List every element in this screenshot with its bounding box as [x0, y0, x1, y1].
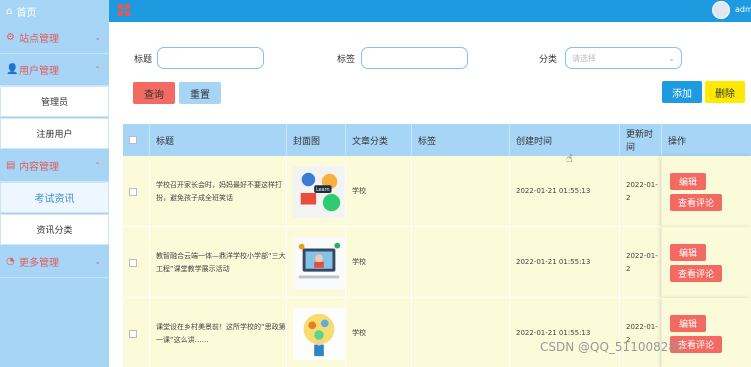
- title-label: 标题: [134, 55, 153, 65]
- cell-created: 2022-01-21 01:55:13: [510, 156, 620, 227]
- search-panel: 标题 标签 分类 请选择 ⌄ 查询 重置 添加 删除: [109, 22, 751, 120]
- cell-cover: Learn: [287, 156, 346, 227]
- sidebar-item-home[interactable]: ⌂ 首页: [0, 0, 109, 22]
- cell-updated: 2022-01-2: [620, 298, 662, 367]
- more-icon: ◔: [6, 256, 15, 267]
- sidebar-group-content[interactable]: ▤ 内容管理 ⌃: [0, 150, 109, 182]
- table-row: 教智融合云端一体—鼎洋学校小学部“三大工程”课堂教学展示活动 学校 2022-0…: [123, 227, 751, 298]
- row-checkbox[interactable]: [129, 187, 137, 196]
- chevron-down-icon: ⌄: [668, 53, 675, 63]
- cell-tag: [412, 227, 510, 298]
- header-created[interactable]: 创建时间: [510, 124, 620, 156]
- chevron-down-icon: ⌄: [94, 257, 101, 266]
- add-button[interactable]: 添加: [662, 81, 702, 103]
- learn-illustration-icon: Learn: [293, 165, 345, 218]
- top-bar: [109, 0, 751, 22]
- data-table: 标题 封面图 文章分类 标签 创建时间 更新时间 操作 学校召开家长会时，妈妈最…: [123, 124, 751, 367]
- cell-title: 课堂设在乡村美景前！这所学校的“思政第一课”这么讲……: [150, 298, 287, 367]
- cell-created: 2022-01-21 01:55:13: [510, 298, 620, 367]
- cell-updated: 2022-01-2: [620, 227, 662, 298]
- chevron-up-icon: ⌃: [94, 161, 101, 170]
- sidebar: ⌂ 首页 ⚙ 站点管理 ⌄ 👤 用户管理 ⌃ 管理员 注册用户 ▤ 内容管理 ⌃…: [0, 0, 109, 367]
- cell-tag: [412, 298, 510, 367]
- chevron-down-icon: ⌄: [94, 33, 101, 42]
- category-placeholder: 请选择: [572, 53, 596, 63]
- row-select-cell: [123, 298, 150, 367]
- delete-button[interactable]: 删除: [705, 81, 745, 103]
- online-class-illustration-icon: [293, 236, 345, 289]
- edit-button[interactable]: 编辑: [670, 314, 706, 332]
- cell-category: 学校: [346, 156, 412, 227]
- sidebar-item-news-category[interactable]: 资讯分类: [0, 214, 109, 245]
- sidebar-group-label: 站点管理: [19, 34, 59, 45]
- sidebar-item-admin[interactable]: 管理员: [0, 86, 109, 117]
- mouse-cursor-icon: ☝: [566, 152, 573, 165]
- row-actions: 编辑 查看评论: [662, 298, 751, 367]
- header-title[interactable]: 标题: [150, 124, 287, 156]
- table-header: 标题 封面图 文章分类 标签 创建时间 更新时间 操作: [123, 124, 751, 156]
- view-comments-button[interactable]: 查看评论: [670, 193, 722, 211]
- tag-input[interactable]: [361, 47, 468, 69]
- edit-button[interactable]: 编辑: [670, 243, 706, 261]
- select-all-checkbox[interactable]: [129, 136, 137, 144]
- user-icon: 👤: [6, 64, 19, 75]
- menu-grid-icon[interactable]: [118, 4, 130, 16]
- header-actions: 操作: [668, 136, 687, 147]
- avatar[interactable]: [712, 1, 730, 19]
- header-cover: 封面图: [287, 124, 346, 156]
- row-checkbox[interactable]: [129, 329, 137, 338]
- document-icon: ▤: [6, 160, 16, 171]
- cell-cover: [287, 298, 346, 367]
- sidebar-group-more[interactable]: ◔ 更多管理 ⌄: [0, 246, 109, 278]
- header-tag[interactable]: 标签: [412, 124, 510, 156]
- sidebar-group-label: 用户管理: [19, 66, 59, 77]
- gear-icon: ⚙: [6, 32, 15, 43]
- query-button[interactable]: 查询: [133, 82, 175, 104]
- education-illustration-icon: [293, 307, 345, 360]
- cell-title: 学校召开家长会时，妈妈最好不要这样打扮，避免孩子成全班笑话: [150, 156, 287, 227]
- cell-category: 学校: [346, 298, 412, 367]
- table-row: 课堂设在乡村美景前！这所学校的“思政第一课”这么讲…… 学校 2022-01-2…: [123, 298, 751, 367]
- cell-updated: 2022-01-2: [620, 156, 662, 227]
- sidebar-group-site[interactable]: ⚙ 站点管理 ⌄: [0, 22, 109, 54]
- row-checkbox[interactable]: [129, 258, 137, 267]
- table-row: 学校召开家长会时，妈妈最好不要这样打扮，避免孩子成全班笑话 Learn 学校 2…: [123, 156, 751, 227]
- sidebar-item-label: 首页: [16, 7, 37, 19]
- row-select-cell: [123, 227, 150, 298]
- watermark: CSDN @QQ_511008285: [540, 340, 684, 354]
- cell-created: 2022-01-21 01:55:13: [510, 227, 620, 298]
- sidebar-group-label: 内容管理: [19, 162, 59, 173]
- sidebar-group-label: 更多管理: [19, 258, 59, 269]
- header-category[interactable]: 文章分类: [346, 124, 412, 156]
- header-updated[interactable]: 更新时间: [620, 124, 662, 156]
- svg-text:Learn: Learn: [316, 187, 329, 193]
- cell-cover: [287, 227, 346, 298]
- chevron-up-icon: ⌃: [94, 65, 101, 74]
- sidebar-item-registered-users[interactable]: 注册用户: [0, 118, 109, 149]
- row-actions: 编辑 查看评论: [662, 227, 751, 298]
- home-icon: ⌂: [6, 5, 13, 17]
- username[interactable]: adm: [735, 5, 751, 14]
- row-select-cell: [123, 156, 150, 227]
- cell-category: 学校: [346, 227, 412, 298]
- sidebar-group-users[interactable]: 👤 用户管理 ⌃: [0, 54, 109, 86]
- select-all-cell: [123, 124, 150, 156]
- row-actions: 编辑 查看评论: [662, 156, 751, 227]
- category-select[interactable]: 请选择 ⌄: [565, 47, 682, 69]
- cell-tag: [412, 156, 510, 227]
- reset-button[interactable]: 重置: [179, 82, 221, 104]
- view-comments-button[interactable]: 查看评论: [670, 264, 722, 282]
- title-input[interactable]: [157, 47, 264, 69]
- tag-label: 标签: [337, 55, 356, 65]
- edit-button[interactable]: 编辑: [670, 172, 706, 190]
- category-label: 分类: [539, 55, 558, 65]
- cell-title: 教智融合云端一体—鼎洋学校小学部“三大工程”课堂教学展示活动: [150, 227, 287, 298]
- sidebar-item-exam-news[interactable]: 考试资讯: [0, 182, 109, 213]
